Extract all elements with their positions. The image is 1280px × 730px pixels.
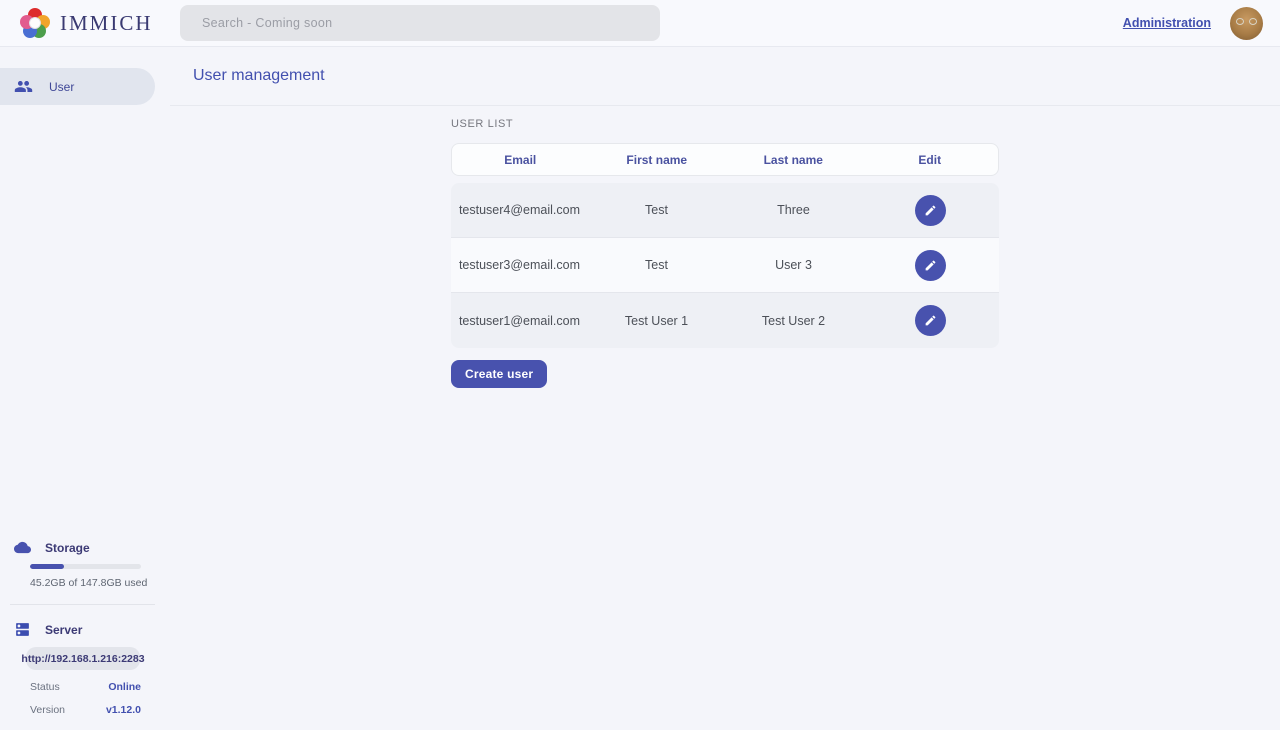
sidebar-item-label: User	[49, 80, 74, 94]
storage-usage-text: 45.2GB of 147.8GB used	[30, 577, 155, 589]
cell-first-name: Test User 1	[588, 314, 725, 328]
page-title: User management	[193, 67, 325, 85]
search-input[interactable]	[180, 5, 660, 41]
table-row: testuser3@email.com Test User 3	[451, 238, 999, 293]
edit-user-button[interactable]	[915, 305, 946, 336]
administration-link[interactable]: Administration	[1123, 16, 1211, 30]
server-icon	[14, 621, 31, 638]
cell-first-name: Test	[588, 203, 725, 217]
column-header-email: Email	[452, 153, 589, 167]
pencil-icon	[924, 204, 937, 217]
navbar-right: Administration	[1123, 7, 1263, 40]
cell-last-name: Test User 2	[725, 314, 862, 328]
glasses-icon	[1236, 18, 1257, 26]
table-row: testuser4@email.com Test Three	[451, 183, 999, 238]
pencil-icon	[924, 259, 937, 272]
sidebar-divider	[10, 604, 155, 605]
section-label: USER LIST	[451, 118, 999, 130]
top-navbar: IMMICH Administration	[0, 0, 1280, 47]
cloud-icon	[14, 539, 31, 556]
storage-progress-bar	[30, 564, 141, 569]
sidebar-footer: Storage 45.2GB of 147.8GB used Server ht…	[0, 539, 155, 716]
table-row: testuser1@email.com Test User 1 Test Use…	[451, 293, 999, 348]
user-table: testuser4@email.com Test Three te	[451, 183, 999, 348]
user-list-block: USER LIST Email First name Last name Edi…	[451, 118, 999, 388]
cell-last-name: Three	[725, 203, 862, 217]
column-header-last-name: Last name	[725, 153, 862, 167]
sidebar-item-user[interactable]: User	[0, 68, 155, 105]
create-user-button[interactable]: Create user	[451, 360, 547, 388]
pencil-icon	[924, 314, 937, 327]
storage-section: Storage 45.2GB of 147.8GB used	[0, 539, 155, 589]
table-header-row: Email First name Last name Edit	[451, 143, 999, 176]
status-label: Status	[30, 681, 60, 693]
storage-progress-fill	[30, 564, 64, 569]
edit-user-button[interactable]	[915, 250, 946, 281]
user-avatar[interactable]	[1230, 7, 1263, 40]
immich-logo-icon	[20, 8, 50, 38]
cell-first-name: Test	[588, 258, 725, 272]
main-panel: User management USER LIST Email First na…	[170, 47, 1280, 730]
content-area: USER LIST Email First name Last name Edi…	[170, 106, 1280, 388]
server-title: Server	[45, 623, 82, 637]
cell-email: testuser3@email.com	[451, 258, 588, 272]
column-header-first-name: First name	[589, 153, 726, 167]
brand-title: IMMICH	[60, 11, 153, 36]
status-value: Online	[108, 681, 141, 693]
storage-title: Storage	[45, 541, 90, 555]
edit-user-button[interactable]	[915, 195, 946, 226]
cell-email: testuser4@email.com	[451, 203, 588, 217]
brand: IMMICH	[20, 8, 180, 38]
version-label: Version	[30, 704, 65, 716]
cell-last-name: User 3	[725, 258, 862, 272]
server-status-row: Status Online	[30, 681, 141, 693]
users-icon	[14, 77, 33, 96]
sidebar: User Storage 45.2GB of 147.8GB used	[0, 47, 170, 730]
column-header-edit: Edit	[862, 153, 999, 167]
page-header: User management	[170, 47, 1280, 106]
server-section: Server http://192.168.1.216:2283 Status …	[0, 621, 155, 716]
version-value: v1.12.0	[106, 704, 141, 716]
cell-email: testuser1@email.com	[451, 314, 588, 328]
server-url-chip: http://192.168.1.216:2283	[26, 647, 140, 670]
server-version-row: Version v1.12.0	[30, 704, 141, 716]
